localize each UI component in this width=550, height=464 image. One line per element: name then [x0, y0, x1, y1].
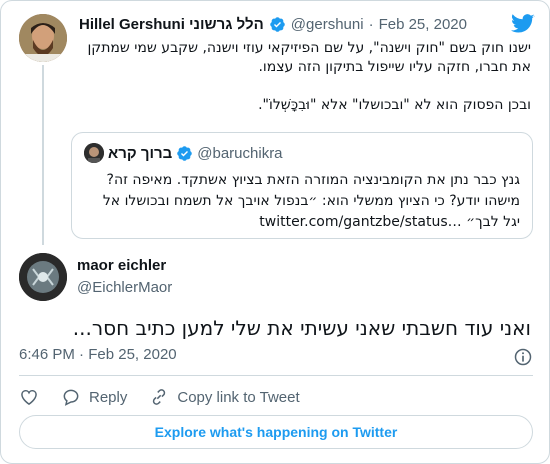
- quoted-author-avatar: [84, 143, 104, 163]
- reply-label: Reply: [89, 388, 128, 406]
- action-bar: Reply Copy link to Tweet: [19, 387, 322, 407]
- explore-twitter-button[interactable]: Explore what's happening on Twitter: [19, 415, 533, 449]
- quoted-author-handle: @baruchikra: [197, 144, 283, 162]
- author-handle[interactable]: @gershuni: [291, 16, 364, 33]
- reply-timestamp[interactable]: 6:46 PM · Feb 25, 2020: [19, 346, 177, 363]
- copy-link-button[interactable]: Copy link to Tweet: [149, 387, 300, 407]
- speech-bubble-icon: [63, 389, 79, 406]
- author-avatar[interactable]: [19, 14, 67, 62]
- tweet-date[interactable]: Feb 25, 2020: [379, 16, 467, 33]
- link-icon: [153, 389, 166, 405]
- info-icon[interactable]: [513, 347, 533, 367]
- reply-author-name[interactable]: maor eichler: [77, 257, 166, 274]
- separator-dot: ·: [79, 346, 85, 363]
- divider: [19, 375, 533, 376]
- parent-tweet-body: ישנו חוק בשם "חוק וישנה", על שם הפיזיקאי…: [77, 39, 531, 115]
- author-name[interactable]: Hillel Gershuni הלל גרשוני: [79, 16, 264, 33]
- separator-dot: ·: [368, 16, 374, 33]
- thread-connector: [42, 65, 44, 245]
- reply-time: 6:46 PM: [19, 346, 75, 363]
- tweet-embed-card: Hillel Gershuni הלל גרשוני @gershuni · F…: [0, 0, 550, 464]
- twitter-bird-icon[interactable]: [511, 14, 535, 34]
- tweet-paragraph: ישנו חוק בשם "חוק וישנה", על שם הפיזיקאי…: [87, 40, 531, 75]
- copy-link-label: Copy link to Tweet: [177, 388, 300, 406]
- parent-tweet-header: Hillel Gershuni הלל גרשוני @gershuni · F…: [79, 16, 467, 33]
- reply-button[interactable]: Reply: [61, 387, 127, 407]
- quoted-tweet-body: גנץ כבר נתן את הקומבינציה המוזרה הזאת בצ…: [102, 172, 520, 230]
- reply-tweet-body: ואני עוד חשבתי שאני עשיתי את שלי למען כת…: [72, 316, 531, 340]
- reply-date: Feb 25, 2020: [88, 346, 177, 363]
- quoted-author-name: ברוך קרא: [108, 144, 173, 162]
- quoted-tweet[interactable]: ברוך קרא @baruchikra גנץ כבר נתן את הקומ…: [71, 132, 533, 239]
- verified-badge-icon: [177, 145, 193, 161]
- reply-author-avatar[interactable]: [19, 253, 67, 301]
- quoted-tweet-header: ברוך קרא @baruchikra: [84, 143, 283, 163]
- reply-author-handle[interactable]: @EichlerMaor: [77, 279, 172, 296]
- verified-badge-icon: [270, 17, 285, 32]
- tweet-paragraph: ובכן הפסוק הוא לא "ובכושלו" אלא "וּבִכָּ…: [258, 97, 531, 113]
- like-button[interactable]: [19, 387, 39, 407]
- heart-icon: [21, 389, 37, 405]
